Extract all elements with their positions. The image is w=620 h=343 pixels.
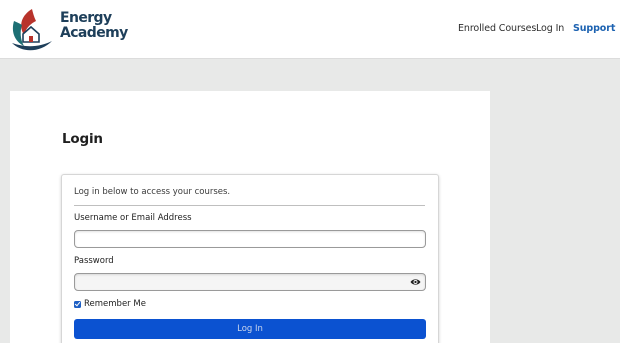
nav-support-link[interactable]: Support xyxy=(573,23,615,34)
site-header: Energy Academy Enrolled Courses Log In S… xyxy=(0,0,620,59)
username-input[interactable] xyxy=(74,230,426,248)
remember-me-label: Remember Me xyxy=(84,299,146,309)
remember-me-checkbox[interactable] xyxy=(74,300,81,308)
username-label: Username or Email Address xyxy=(74,213,192,223)
login-intro-text: Log in below to access your courses. xyxy=(74,187,231,197)
nav-enrolled-courses-link[interactable]: Enrolled Courses xyxy=(458,23,536,34)
page-title: Login xyxy=(62,131,103,147)
login-form-box xyxy=(61,174,439,343)
house-flame-logo-icon xyxy=(12,9,52,51)
energy-academy-logo[interactable]: Energy Academy xyxy=(10,7,128,52)
eye-icon[interactable] xyxy=(410,277,421,287)
remember-me-row[interactable]: Remember Me xyxy=(74,299,146,309)
form-divider xyxy=(74,205,425,206)
logo-line-1: Energy xyxy=(60,10,112,26)
nav-log-in-link[interactable]: Log In xyxy=(536,23,564,34)
logo-line-2: Academy xyxy=(60,25,128,41)
log-in-button[interactable]: Log In xyxy=(74,319,426,339)
password-label: Password xyxy=(74,256,114,266)
password-input[interactable] xyxy=(74,273,426,291)
logo-wordmark: Energy Academy xyxy=(60,10,128,41)
